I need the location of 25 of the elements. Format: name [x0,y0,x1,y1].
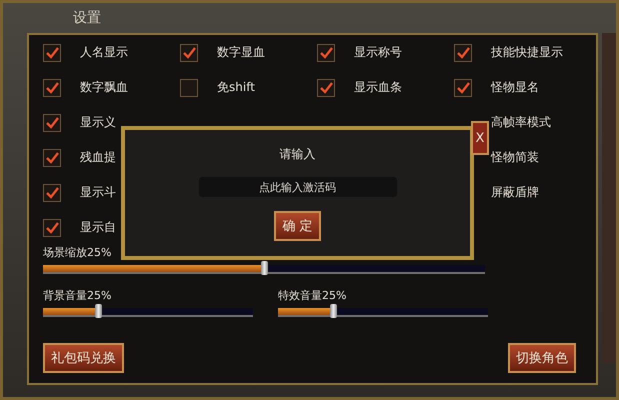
option-label: 残血提 [80,149,116,166]
option-label: 显示斗 [80,184,116,201]
option-label: 怪物显名 [491,79,539,96]
option-label: 高帧率模式 [491,114,551,131]
slider-label: 特效音量25% [278,288,346,303]
close-button[interactable]: X [471,121,489,155]
option-label: 显示血条 [354,79,402,96]
option-label: 显示称号 [354,44,402,61]
dialog-title: 请输入 [280,146,316,163]
slider-label: 场景缩放25% [43,245,112,260]
input-field[interactable]: 点此输入激活码 [198,177,396,197]
window-title: 设置 [73,9,101,27]
confirm-button[interactable]: 确 定 [274,211,321,241]
action-button[interactable]: 切换角色 [508,343,576,373]
slider-label: 背景音量25% [43,288,112,303]
option-label: 数字飘血 [80,79,128,96]
option-label: 免shift [217,79,255,96]
action-button[interactable]: 礼包码兑换 [43,343,124,373]
option-label: 显示自 [80,219,116,236]
option-label: 怪物简装 [491,149,539,166]
option-label: 显示义 [80,114,116,131]
option-label: 人名显示 [80,44,128,61]
option-label: 屏蔽盾牌 [491,184,539,201]
option-label: 数字显血 [217,44,265,61]
option-label: 技能快捷显示 [491,44,563,61]
